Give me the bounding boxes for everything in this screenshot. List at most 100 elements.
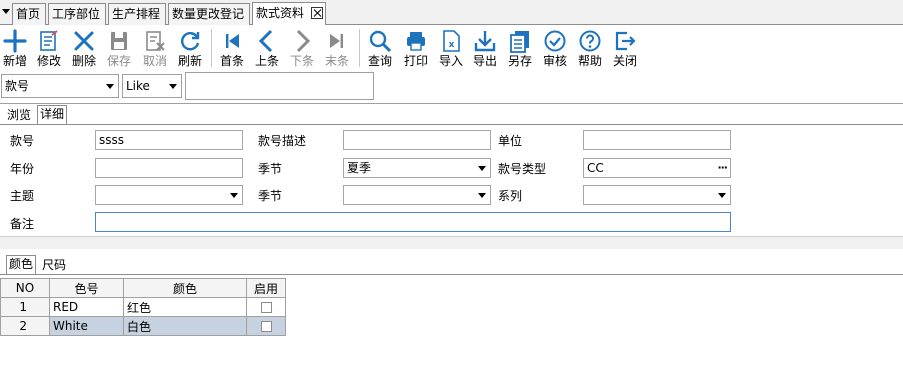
style-type-label: 款号类型 xyxy=(498,162,547,176)
check-circle-icon xyxy=(544,30,566,52)
tab-browse-label: 浏览 xyxy=(7,108,32,122)
last-record-icon xyxy=(330,34,343,48)
save-disk-icon xyxy=(111,32,127,50)
chevron-down-icon xyxy=(230,193,238,198)
tab-colors[interactable]: 颜色 xyxy=(6,255,37,274)
save-button[interactable]: 保存 xyxy=(101,26,137,70)
tab-home[interactable]: 首页 xyxy=(12,3,46,25)
close-label: 关闭 xyxy=(612,54,637,68)
year-label: 年份 xyxy=(10,162,35,176)
search-operator-value: Like xyxy=(126,79,150,93)
edit-document-icon xyxy=(40,30,58,51)
color-code-cell[interactable]: White xyxy=(49,316,124,336)
style-desc-field[interactable] xyxy=(343,130,491,150)
query-button[interactable]: 查询 xyxy=(362,26,398,70)
theme-label: 主题 xyxy=(10,189,35,203)
tab-label: 首页 xyxy=(16,7,41,21)
remark-label: 备注 xyxy=(10,217,35,231)
column-header-color[interactable]: 颜色 xyxy=(123,278,247,298)
close-button[interactable]: 关闭 xyxy=(607,26,643,70)
series-label: 系列 xyxy=(498,189,523,203)
printer-icon xyxy=(407,32,425,51)
style-desc-label: 款号描述 xyxy=(258,134,307,148)
chevron-down-icon xyxy=(718,193,726,198)
enabled-cell[interactable] xyxy=(246,316,286,336)
style-type-value: CC xyxy=(587,161,604,175)
import-excel-icon: x xyxy=(443,30,460,52)
tab-process-parts[interactable]: 工序部位 xyxy=(48,3,106,25)
export-download-icon xyxy=(474,31,496,52)
color-name-cell[interactable]: 白色 xyxy=(123,316,247,336)
plus-icon xyxy=(3,29,27,53)
last-record-button[interactable]: 末条 xyxy=(319,26,355,70)
divider xyxy=(0,103,903,104)
unit-label: 单位 xyxy=(498,134,523,148)
tab-sizes-label: 尺码 xyxy=(42,258,67,272)
style-type-field[interactable]: CC ··· xyxy=(583,158,731,178)
tab-label: 生产排程 xyxy=(112,7,161,21)
enabled-checkbox[interactable] xyxy=(260,321,272,332)
style-no-value: ssss xyxy=(99,133,125,147)
search-field-select[interactable]: 款号 xyxy=(1,74,119,98)
season-select[interactable]: 夏季 xyxy=(343,158,491,178)
refresh-label: 刷新 xyxy=(177,54,202,68)
enabled-cell[interactable] xyxy=(246,297,286,317)
search-value-input[interactable] xyxy=(185,72,374,100)
help-question-icon xyxy=(579,30,601,52)
splitter[interactable] xyxy=(0,236,903,249)
theme-select[interactable] xyxy=(95,185,243,205)
style-no-label: 款号 xyxy=(10,134,35,148)
last-label: 末条 xyxy=(324,54,349,68)
chevron-right-icon xyxy=(296,29,311,53)
season-value: 夏季 xyxy=(347,161,372,175)
chevron-left-icon xyxy=(258,29,273,53)
table-row[interactable]: 1 RED 红色 xyxy=(0,297,286,317)
close-tab-icon[interactable] xyxy=(311,7,323,19)
chevron-down-icon xyxy=(478,166,486,171)
row-number: 2 xyxy=(0,316,50,336)
unit-field[interactable] xyxy=(583,130,731,150)
remark-field[interactable] xyxy=(95,212,731,232)
year-field[interactable] xyxy=(95,158,243,178)
tab-quantity-change[interactable]: 数量更改登记 xyxy=(168,3,250,25)
tab-production-schedule[interactable]: 生产排程 xyxy=(108,3,166,25)
search-field-value: 款号 xyxy=(5,79,30,93)
series-select[interactable] xyxy=(583,185,731,205)
season2-label: 季节 xyxy=(258,189,283,203)
search-icon xyxy=(369,30,392,53)
tab-detail[interactable]: 详细 xyxy=(37,105,68,124)
search-operator-select[interactable]: Like xyxy=(122,74,182,98)
chevron-down-icon xyxy=(106,84,114,89)
chevron-down-icon xyxy=(478,193,486,198)
refresh-button[interactable]: 刷新 xyxy=(172,26,208,70)
color-grid: NO 色号 颜色 启用 1 RED 红色 2 White 白色 xyxy=(0,278,286,336)
ellipsis-icon[interactable]: ··· xyxy=(717,159,728,177)
search-bar: 款号 Like xyxy=(0,71,903,102)
refresh-icon xyxy=(181,32,200,51)
row-number: 1 xyxy=(0,297,50,317)
season2-select[interactable] xyxy=(343,185,491,205)
column-header-enabled[interactable]: 启用 xyxy=(246,278,286,298)
color-code-cell[interactable]: RED xyxy=(49,297,124,317)
enabled-checkbox[interactable] xyxy=(260,302,272,313)
first-record-icon xyxy=(226,34,239,48)
style-no-field[interactable]: ssss xyxy=(95,130,243,150)
save-as-icon xyxy=(510,31,529,53)
divider xyxy=(0,274,903,275)
season-label: 季节 xyxy=(258,162,283,176)
column-header-code[interactable]: 色号 xyxy=(49,278,124,298)
grid-header-row: NO 色号 颜色 启用 xyxy=(0,278,286,298)
tab-menu-dropdown-icon[interactable] xyxy=(0,0,12,24)
document-tab-bar: 首页 工序部位 生产排程 数量更改登记 款式资料 xyxy=(0,0,903,25)
color-name-cell[interactable]: 红色 xyxy=(123,297,247,317)
tab-detail-label: 详细 xyxy=(40,107,65,121)
delete-x-icon xyxy=(74,31,94,51)
tab-style-info[interactable]: 款式资料 xyxy=(252,2,326,25)
tab-label: 数量更改登记 xyxy=(172,7,245,21)
chevron-down-icon xyxy=(169,84,177,89)
cancel-document-icon xyxy=(146,31,165,51)
svg-text:x: x xyxy=(449,40,455,50)
column-header-no[interactable]: NO xyxy=(0,278,50,298)
tab-label: 工序部位 xyxy=(52,7,101,21)
table-row[interactable]: 2 White 白色 xyxy=(0,316,286,336)
